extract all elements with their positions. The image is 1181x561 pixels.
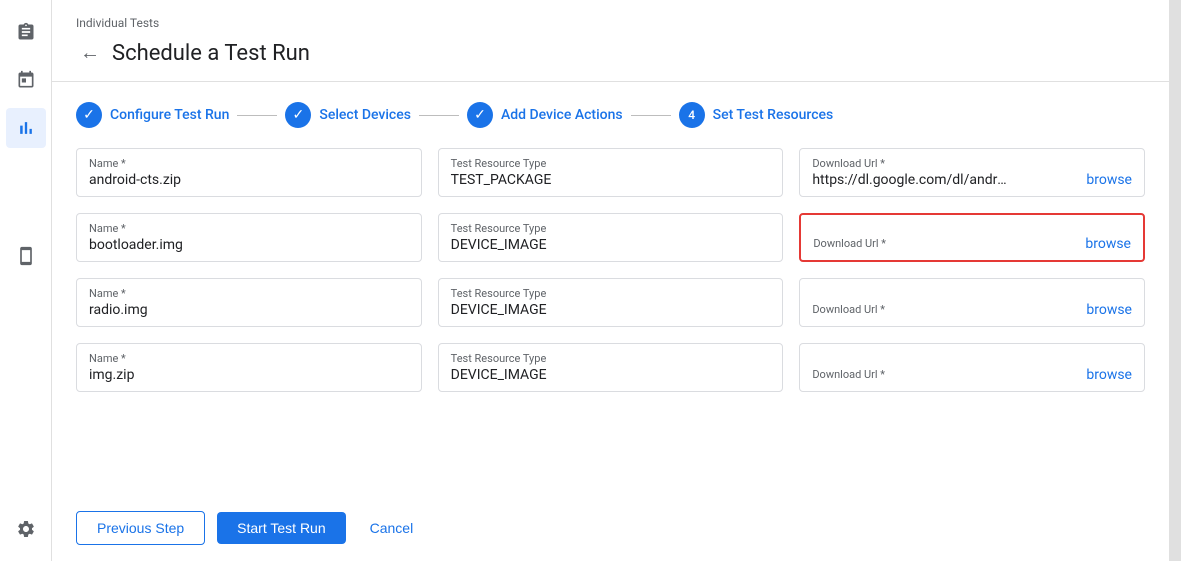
main-content: Individual Tests ← Schedule a Test Run C… — [52, 0, 1169, 561]
back-button[interactable]: ← — [76, 38, 104, 69]
resource-3-name-value: radio.img — [89, 302, 409, 318]
resource-4-type-label: Test Resource Type — [451, 352, 771, 365]
step-1-label: Configure Test Run — [110, 107, 229, 123]
step-4-label: Set Test Resources — [713, 107, 834, 123]
resource-4-name-field: Name * img.zip — [76, 343, 422, 392]
step-1-circle — [76, 102, 102, 128]
resource-1-browse-link[interactable]: browse — [1078, 172, 1132, 188]
resource-3-name-label: Name * — [89, 287, 409, 300]
resource-4-url-content: Download Url * — [812, 368, 1078, 383]
footer: Previous Step Start Test Run Cancel — [52, 495, 1169, 561]
breadcrumb: Individual Tests — [76, 16, 1145, 30]
calendar-icon[interactable] — [6, 60, 46, 100]
resource-1-type-value: TEST_PACKAGE — [451, 172, 771, 188]
resource-3-name-field: Name * radio.img — [76, 278, 422, 327]
resource-1-type-label: Test Resource Type — [451, 157, 771, 170]
header: Individual Tests ← Schedule a Test Run — [52, 0, 1169, 82]
step-add-actions: Add Device Actions — [467, 102, 623, 128]
resource-2-type-value: DEVICE_IMAGE — [451, 237, 771, 253]
resource-4-type-value: DEVICE_IMAGE — [451, 367, 771, 383]
resource-1-type-field: Test Resource Type TEST_PACKAGE — [438, 148, 784, 197]
start-test-run-button[interactable]: Start Test Run — [217, 512, 345, 544]
resource-row-4: Name * img.zip Test Resource Type DEVICE… — [76, 343, 1145, 392]
connector-3 — [631, 115, 671, 116]
resource-2-browse-link[interactable]: browse — [1077, 236, 1131, 252]
cancel-button[interactable]: Cancel — [358, 512, 426, 544]
resource-2-name-label: Name * — [89, 222, 409, 235]
resource-row-3: Name * radio.img Test Resource Type DEVI… — [76, 278, 1145, 327]
connector-2 — [419, 115, 459, 116]
resource-2-type-field: Test Resource Type DEVICE_IMAGE — [438, 213, 784, 262]
chart-icon[interactable] — [6, 108, 46, 148]
resource-row-2: Name * bootloader.img Test Resource Type… — [76, 213, 1145, 262]
resource-3-type-value: DEVICE_IMAGE — [451, 302, 771, 318]
resource-1-name-value: android-cts.zip — [89, 172, 409, 188]
resource-2-name-value: bootloader.img — [89, 237, 409, 253]
resource-1-name-label: Name * — [89, 157, 409, 170]
connector-1 — [237, 115, 277, 116]
resource-1-url-value: https://dl.google.com/dl/android/c — [812, 172, 1012, 188]
clipboard-icon[interactable] — [6, 12, 46, 52]
step-3-label: Add Device Actions — [501, 107, 623, 123]
resource-2-type-label: Test Resource Type — [451, 222, 771, 235]
resource-4-name-label: Name * — [89, 352, 409, 365]
sidebar — [0, 0, 52, 561]
stepper: Configure Test Run Select Devices Add De… — [52, 82, 1169, 148]
step-2-circle — [285, 102, 311, 128]
resource-3-browse-link[interactable]: browse — [1078, 302, 1132, 318]
resource-2-url-label: Download Url * — [813, 237, 1077, 250]
resource-3-type-label: Test Resource Type — [451, 287, 771, 300]
resource-4-browse-link[interactable]: browse — [1078, 367, 1132, 383]
resource-4-url-label: Download Url * — [812, 368, 1078, 381]
resource-3-url-content: Download Url * — [812, 303, 1078, 318]
resource-1-url-content: Download Url * https://dl.google.com/dl/… — [812, 157, 1078, 188]
resource-1-url-label: Download Url * — [812, 157, 1078, 170]
page-title: Schedule a Test Run — [112, 41, 310, 66]
resource-4-type-field: Test Resource Type DEVICE_IMAGE — [438, 343, 784, 392]
step-configure: Configure Test Run — [76, 102, 229, 128]
resource-row-1: Name * android-cts.zip Test Resource Typ… — [76, 148, 1145, 197]
settings-icon[interactable] — [6, 509, 46, 549]
step-2-label: Select Devices — [319, 107, 411, 123]
resource-4-name-value: img.zip — [89, 367, 409, 383]
resource-2-url-field: Download Url * browse — [799, 213, 1145, 262]
resource-2-url-content: Download Url * — [813, 237, 1077, 252]
resource-3-type-field: Test Resource Type DEVICE_IMAGE — [438, 278, 784, 327]
resource-2-name-field: Name * bootloader.img — [76, 213, 422, 262]
resource-1-name-field: Name * android-cts.zip — [76, 148, 422, 197]
phone-icon[interactable] — [6, 236, 46, 276]
scrollbar[interactable] — [1169, 0, 1181, 561]
resource-3-url-label: Download Url * — [812, 303, 1078, 316]
resources-content: Name * android-cts.zip Test Resource Typ… — [52, 148, 1169, 495]
step-3-circle — [467, 102, 493, 128]
resource-4-url-field: Download Url * browse — [799, 343, 1145, 392]
resource-1-url-field: Download Url * https://dl.google.com/dl/… — [799, 148, 1145, 197]
previous-step-button[interactable]: Previous Step — [76, 511, 205, 545]
step-select-devices: Select Devices — [285, 102, 411, 128]
step-set-resources: 4 Set Test Resources — [679, 102, 834, 128]
resource-3-url-field: Download Url * browse — [799, 278, 1145, 327]
step-4-circle: 4 — [679, 102, 705, 128]
